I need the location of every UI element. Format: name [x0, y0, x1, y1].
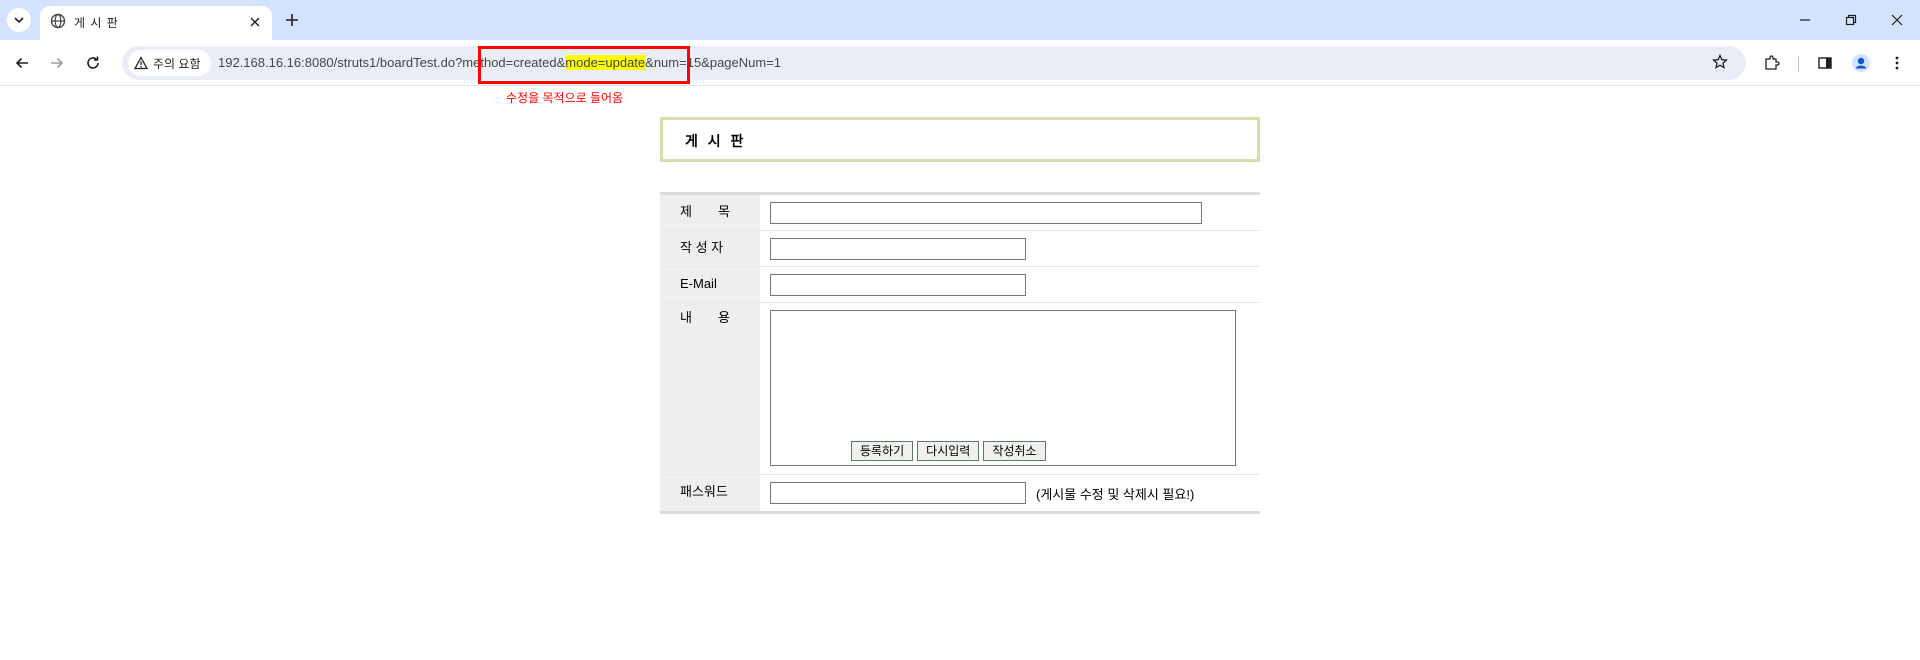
security-label: 주의 요함 [153, 56, 201, 71]
avatar-icon [1852, 54, 1870, 72]
arrow-right-icon [51, 57, 64, 69]
form-button-row: 등록하기 다시입력 작성취소 [851, 441, 1046, 461]
minimize-button[interactable] [1782, 5, 1828, 35]
password-cell: (게시물 수정 및 삭제시 필요!) [760, 475, 1260, 511]
new-tab-button[interactable] [280, 8, 304, 32]
star-icon [1712, 54, 1728, 69]
toolbar-divider [1798, 56, 1799, 72]
address-bar[interactable]: 주의 요함 192.168.16.16:8080/struts1/boardTe… [122, 46, 1746, 80]
board-title-box: 게 시 판 [660, 117, 1260, 162]
restore-icon [1845, 14, 1857, 26]
form-row-email: E-Mail [660, 267, 1260, 303]
tab-search-button[interactable] [7, 8, 31, 32]
page-content: 게 시 판 제 목 작 성 자 E-Mail 내 용 패스워드 (게시물 수정 … [0, 87, 1920, 660]
tab-close-button[interactable] [246, 13, 264, 31]
form-row-subject: 제 목 [660, 195, 1260, 231]
security-indicator[interactable]: 주의 요함 [128, 50, 211, 76]
subject-cell [760, 195, 1260, 230]
close-icon [1891, 14, 1903, 26]
board-form: 제 목 작 성 자 E-Mail 내 용 패스워드 (게시물 수정 및 삭제시 … [660, 192, 1260, 514]
password-input[interactable] [770, 482, 1026, 504]
plus-icon [286, 14, 298, 26]
warning-icon [134, 56, 148, 70]
board-title: 게 시 판 [685, 133, 747, 149]
bookmark-button[interactable] [1708, 50, 1732, 74]
globe-icon [50, 13, 66, 29]
submit-button[interactable]: 등록하기 [851, 441, 914, 461]
reload-icon [87, 56, 99, 69]
tab-board[interactable]: 게 시 판 [40, 6, 272, 40]
content-label: 내 용 [660, 303, 760, 474]
writer-input[interactable] [770, 237, 1026, 260]
window-close-button[interactable] [1874, 5, 1920, 35]
side-panel-icon [1818, 57, 1832, 69]
browser-toolbar: 주의 요함 192.168.16.16:8080/struts1/boardTe… [0, 40, 1920, 86]
cancel-button[interactable]: 작성취소 [983, 441, 1046, 461]
reload-button[interactable] [79, 49, 107, 77]
back-button[interactable] [8, 49, 36, 77]
more-vert-icon [1895, 56, 1899, 70]
url-annotation-box [478, 46, 690, 84]
writer-label: 작 성 자 [660, 231, 760, 266]
form-row-writer: 작 성 자 [660, 231, 1260, 267]
chevron-down-icon [14, 17, 24, 24]
arrow-left-icon [15, 57, 28, 69]
email-cell [760, 267, 1260, 302]
reset-button[interactable]: 다시입력 [917, 441, 980, 461]
password-hint: (게시물 수정 및 삭제시 필요!) [1036, 486, 1195, 502]
browser-window: 게 시 판 주의 요함 192.168.16.16:8080/struts1/b… [0, 0, 1920, 660]
side-panel-button[interactable] [1813, 51, 1837, 75]
extensions-button[interactable] [1760, 51, 1784, 75]
password-label: 패스워드 [660, 475, 760, 511]
menu-button[interactable] [1885, 51, 1909, 75]
profile-button[interactable] [1849, 51, 1873, 75]
restore-button[interactable] [1828, 5, 1874, 35]
close-icon [250, 17, 260, 27]
email-label: E-Mail [660, 267, 760, 302]
tab-strip: 게 시 판 [0, 0, 1920, 40]
email-input[interactable] [770, 273, 1026, 296]
writer-cell [760, 231, 1260, 266]
puzzle-icon [1765, 55, 1780, 70]
subject-input[interactable] [770, 201, 1202, 224]
subject-label: 제 목 [660, 195, 760, 230]
form-row-password: 패스워드 (게시물 수정 및 삭제시 필요!) [660, 475, 1260, 511]
minimize-icon [1800, 19, 1810, 21]
tab-title: 게 시 판 [74, 16, 119, 30]
forward-button[interactable] [43, 49, 71, 77]
